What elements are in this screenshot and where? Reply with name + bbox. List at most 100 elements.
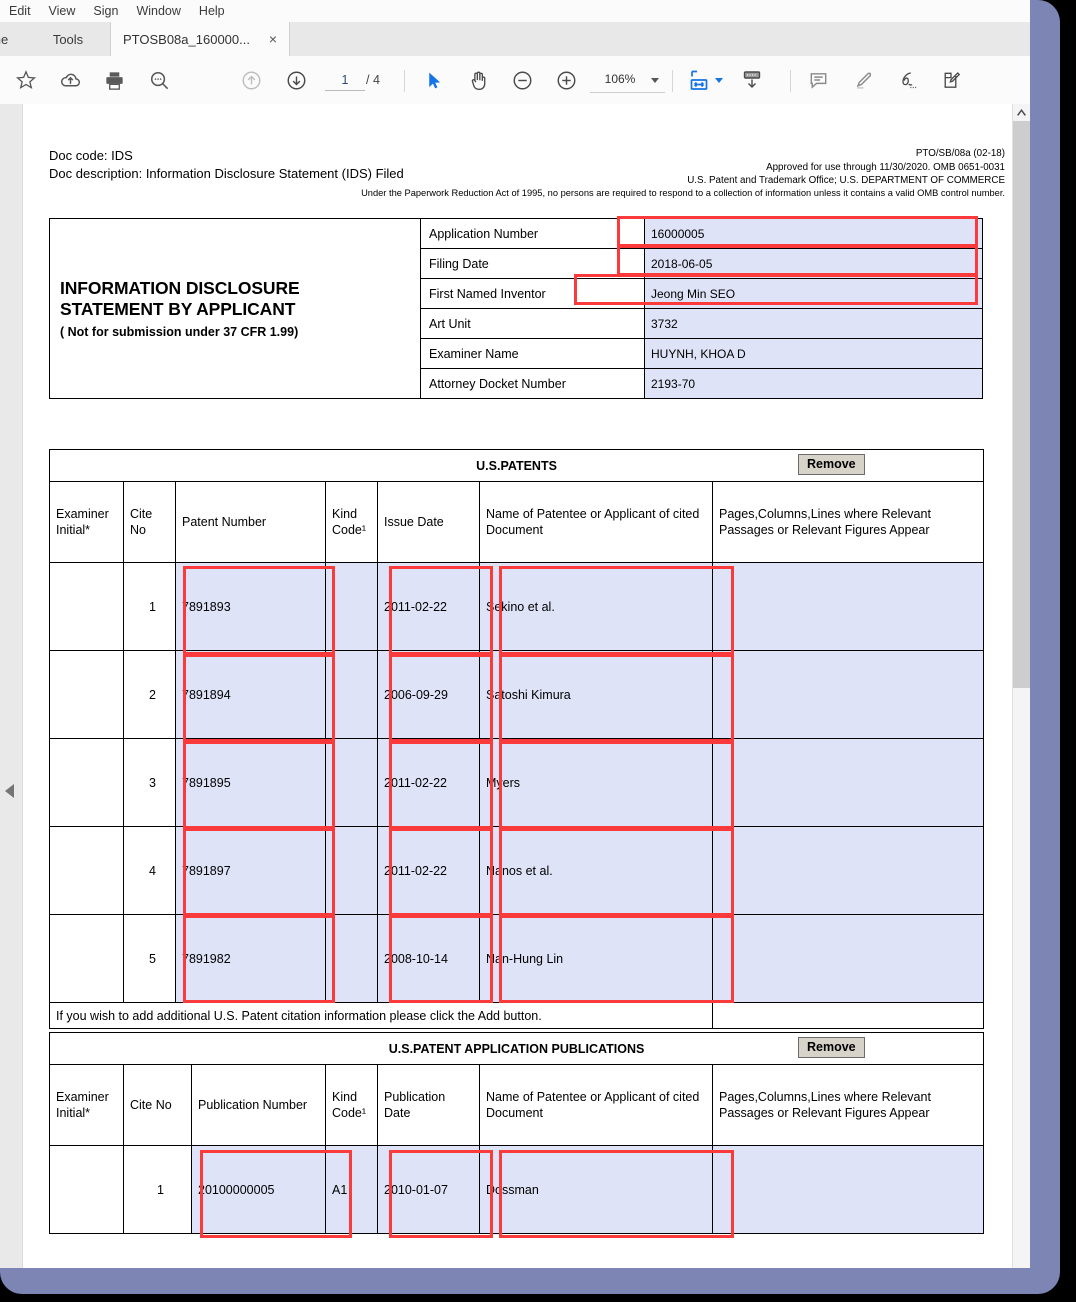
publications-header-row: Examiner Initial* Cite No Publication Nu…	[49, 1064, 985, 1146]
office-line: U.S. Patent and Trademark Office; U.S. D…	[687, 175, 1005, 187]
cloud-upload-icon[interactable]	[54, 64, 86, 96]
page-total-label: / 4	[366, 73, 380, 87]
chevron-down-icon-fit[interactable]	[712, 64, 726, 96]
cell-name-of-patentee[interactable]: Myers	[479, 738, 713, 827]
cell-name-of-patentee[interactable]: Nanos et al.	[479, 826, 713, 915]
fill-and-sign-icon[interactable]	[934, 64, 966, 96]
tab-home-label: ne	[0, 31, 9, 47]
col-kind-code: Kind Code¹	[325, 1064, 378, 1146]
cell-publication-date[interactable]: 2010-01-07	[377, 1145, 480, 1234]
cell-pages-columns-lines[interactable]	[711, 826, 985, 915]
col-kind-code: Kind Code¹	[325, 481, 378, 563]
cell-patent-number[interactable]: 7891897	[175, 826, 326, 915]
cell-examiner-initial[interactable]	[49, 650, 124, 739]
menu-item-view[interactable]: View	[40, 0, 85, 22]
cell-kind-code[interactable]: A1	[325, 1145, 378, 1234]
cell-issue-date[interactable]: 2008-10-14	[377, 914, 480, 1003]
cell-name-of-patentee[interactable]: Sekino et al.	[479, 562, 713, 651]
sign-icon[interactable]	[891, 64, 923, 96]
comment-icon[interactable]	[802, 64, 834, 96]
zoom-out-icon[interactable]	[506, 64, 538, 96]
menu-item-edit[interactable]: Edit	[0, 0, 40, 22]
page-number-input[interactable]: 1	[325, 70, 365, 91]
star-icon[interactable]	[10, 64, 42, 96]
form-title-sub: ( Not for submission under 37 CFR 1.99)	[60, 325, 299, 339]
cell-examiner-initial[interactable]	[49, 914, 124, 1003]
tab-document-label: PTOSB08a_160000...	[123, 31, 250, 47]
cell-kind-code[interactable]	[325, 826, 378, 915]
cell-pages-columns-lines[interactable]	[711, 650, 985, 739]
cell-pages-columns-lines[interactable]	[711, 738, 985, 827]
search-zoom-icon[interactable]	[143, 64, 175, 96]
add-note-text: If you wish to add additional U.S. Paten…	[49, 1002, 713, 1029]
cell-cite-no: 4	[123, 826, 176, 915]
tab-home[interactable]: ne	[0, 22, 36, 56]
cell-kind-code[interactable]	[325, 562, 378, 651]
cell-name-of-patentee[interactable]: Dossman	[479, 1145, 713, 1234]
menu-item-sign[interactable]: Sign	[84, 0, 127, 22]
zoom-in-icon[interactable]	[550, 64, 582, 96]
col-examiner-initial: Examiner Initial*	[49, 1064, 124, 1146]
cell-examiner-initial[interactable]	[49, 826, 124, 915]
highlight-icon[interactable]	[847, 64, 879, 96]
hand-tool-icon[interactable]	[462, 64, 494, 96]
select-cursor-icon[interactable]	[418, 64, 450, 96]
cell-name-of-patentee[interactable]: Nan-Hung Lin	[479, 914, 713, 1003]
cell-patent-number[interactable]: 7891982	[175, 914, 326, 1003]
menu-item-help[interactable]: Help	[190, 0, 234, 22]
field-value-art-unit[interactable]: 3732	[644, 308, 983, 339]
cell-pages-columns-lines[interactable]	[711, 562, 985, 651]
zoom-level-value[interactable]: 106%	[594, 69, 646, 89]
cell-examiner-initial[interactable]	[49, 738, 124, 827]
scroll-up-arrow-icon[interactable]	[1013, 104, 1030, 121]
application-identification-table: INFORMATION DISCLOSURE STATEMENT BY APPL…	[49, 218, 983, 399]
cell-issue-date[interactable]: 2011-02-22	[377, 826, 480, 915]
field-value-application-number[interactable]: 16000005	[644, 218, 983, 249]
scrollbar-thumb[interactable]	[1013, 121, 1030, 688]
document-viewport[interactable]: Doc code: IDS Doc description: Informati…	[23, 104, 1012, 1268]
cell-name-of-patentee[interactable]: Satoshi Kimura	[479, 650, 713, 739]
cell-kind-code[interactable]	[325, 914, 378, 1003]
cell-issue-date[interactable]: 2006-09-29	[377, 650, 480, 739]
tab-strip: ne Tools PTOSB08a_160000... ×	[0, 22, 1030, 57]
cell-issue-date[interactable]: 2011-02-22	[377, 738, 480, 827]
tab-document[interactable]: PTOSB08a_160000... ×	[110, 22, 290, 56]
cell-kind-code[interactable]	[325, 650, 378, 739]
doc-description-line: Doc description: Information Disclosure …	[49, 166, 404, 181]
field-value-attorney-docket-number[interactable]: 2193-70	[644, 368, 983, 399]
close-icon[interactable]: ×	[261, 31, 277, 47]
vertical-scrollbar[interactable]	[1012, 104, 1030, 1268]
cell-cite-no: 3	[123, 738, 176, 827]
cell-kind-code[interactable]	[325, 738, 378, 827]
menu-item-window[interactable]: Window	[127, 0, 189, 22]
cell-patent-number[interactable]: 7891895	[175, 738, 326, 827]
cell-examiner-initial[interactable]	[49, 1145, 124, 1234]
col-publication-number: Publication Number	[191, 1064, 326, 1146]
scroll-mode-icon[interactable]	[736, 64, 768, 96]
cell-issue-date[interactable]: 2011-02-22	[377, 562, 480, 651]
page-up-icon[interactable]	[235, 64, 267, 96]
page-down-icon[interactable]	[280, 64, 312, 96]
cell-examiner-initial[interactable]	[49, 562, 124, 651]
table-row: 2 7891894 2006-09-29 Satoshi Kimura	[49, 650, 985, 739]
cell-pages-columns-lines[interactable]	[711, 914, 985, 1003]
cell-publication-number[interactable]: 20100000005	[191, 1145, 326, 1234]
table-row: 3 7891895 2011-02-22 Myers	[49, 738, 985, 827]
us-patents-table: U.S.PATENTS Remove Examiner Initial* Cit…	[48, 449, 985, 1029]
remove-button-patents[interactable]: Remove	[798, 454, 865, 475]
remove-button-publications[interactable]: Remove	[798, 1037, 865, 1058]
cell-pages-columns-lines[interactable]	[711, 1145, 985, 1234]
table-row: 1 20100000005 A1 2010-01-07 Dossman	[49, 1145, 985, 1234]
collapse-panel-arrow-icon[interactable]	[5, 784, 14, 798]
field-value-first-named-inventor[interactable]: Jeong Min SEO	[644, 278, 983, 309]
table-row: 4 7891897 2011-02-22 Nanos et al.	[49, 826, 985, 915]
print-icon[interactable]	[98, 64, 130, 96]
cell-patent-number[interactable]: 7891893	[175, 562, 326, 651]
tab-tools[interactable]: Tools	[32, 22, 104, 56]
field-value-filing-date[interactable]: 2018-06-05	[644, 248, 983, 279]
doc-code-line: Doc code: IDS	[49, 148, 133, 163]
table-row: 1 7891893 2011-02-22 Sekino et al.	[49, 562, 985, 651]
cell-patent-number[interactable]: 7891894	[175, 650, 326, 739]
chevron-down-icon-zoom[interactable]	[646, 64, 664, 96]
field-value-examiner-name[interactable]: HUYNH, KHOA D	[644, 338, 983, 369]
